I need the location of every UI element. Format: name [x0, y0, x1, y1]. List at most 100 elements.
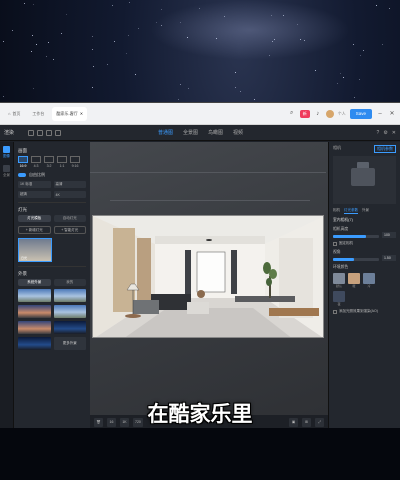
ao-check[interactable]: 添加光照效果到渲染(AO) — [333, 309, 396, 314]
resolution-option[interactable]: 超清 — [18, 191, 51, 198]
bell-icon[interactable]: ♪ — [314, 110, 322, 118]
user-label[interactable]: 个人 — [338, 111, 346, 117]
tab-auto-light[interactable]: 自动灯光 — [53, 215, 86, 222]
ratio-option[interactable]: 9:16 — [70, 156, 80, 168]
render-preview[interactable] — [92, 215, 324, 338]
sky-thumbnail[interactable] — [18, 305, 51, 318]
star — [107, 63, 109, 65]
resolution-option[interactable]: 高清 — [53, 181, 86, 188]
more-sky-button[interactable]: 更多外景 — [53, 337, 86, 350]
sky-thumbnail[interactable] — [18, 289, 51, 302]
redo-icon[interactable] — [37, 129, 43, 136]
close-icon[interactable]: ✕ — [392, 130, 396, 136]
star — [358, 79, 360, 81]
light-thumbnail[interactable]: 日光 — [18, 238, 52, 262]
add-light-button[interactable]: + 新增灯光 — [18, 226, 51, 234]
sky-thumbnail[interactable] — [18, 321, 51, 334]
camera-preview[interactable] — [333, 156, 396, 204]
browser-tab[interactable]: ⌂ 首页 — [4, 107, 24, 121]
night-sky-glow — [150, 0, 350, 60]
sky-thumbnail[interactable] — [53, 289, 86, 302]
panorama-icon — [3, 165, 10, 172]
close-icon[interactable]: ✕ — [80, 111, 83, 116]
color-swatch[interactable] — [363, 273, 375, 284]
living-room-render — [93, 216, 323, 337]
resolution-row: 超清 4K — [18, 191, 86, 198]
tab-normal[interactable]: 普通图 — [158, 129, 173, 136]
smart-light-button[interactable]: + 智能灯光 — [53, 226, 86, 234]
star — [11, 30, 13, 32]
subtab-light-params[interactable]: 灯光参数 — [344, 208, 358, 214]
pan-icon[interactable] — [46, 129, 52, 136]
checkbox[interactable] — [333, 241, 337, 246]
sky-thumbnail[interactable] — [53, 305, 86, 318]
toolbar-right: ? ⚙ ✕ — [377, 130, 396, 136]
star — [343, 76, 345, 78]
save-button[interactable]: Save — [349, 108, 372, 119]
search-icon[interactable]: ⌕ — [288, 110, 296, 118]
rail-item-image[interactable]: 图像 — [3, 146, 10, 159]
camera-height-value[interactable]: 100 — [382, 232, 396, 238]
swatch-item[interactable]: 暖 — [348, 273, 360, 288]
tab-system-sky[interactable]: 系统外景 — [18, 279, 51, 286]
tab-aerial[interactable]: 鸟瞰图 — [208, 129, 223, 136]
color-swatch[interactable] — [348, 273, 360, 284]
avatar[interactable] — [325, 109, 334, 118]
new-badge[interactable]: 新 — [299, 109, 310, 118]
star — [33, 88, 35, 90]
free-ratio-toggle[interactable]: 自由比例 — [18, 172, 86, 178]
subtab-camera[interactable]: 相机 — [333, 208, 340, 214]
star — [138, 27, 139, 29]
star — [129, 2, 131, 4]
close-window-icon[interactable]: ✕ — [388, 110, 396, 118]
sky-thumbnail[interactable] — [53, 321, 86, 334]
color-swatch[interactable] — [333, 273, 345, 284]
star — [239, 90, 241, 92]
screen-capture: ⌂ 首页 工作台 酷家乐-客厅 ✕ ⌕ 新 ♪ 个人 Save – ✕ 渲染 普通图 — [0, 0, 400, 480]
light-actions: + 新增灯光 + 智能灯光 — [18, 226, 86, 234]
toggle-switch[interactable] — [18, 173, 26, 177]
tab-my-sky[interactable]: 我的 — [53, 279, 86, 286]
section-title: 室内相机(7) — [333, 218, 353, 222]
undo-icon[interactable] — [28, 129, 34, 136]
resolution-option[interactable]: 1K 标准 — [18, 181, 51, 188]
star — [382, 44, 384, 46]
zoom-icon[interactable] — [55, 129, 61, 136]
checkbox[interactable] — [333, 309, 337, 314]
render-toolbar: 渲染 普通图 全景图 鸟瞰图 视频 ? ⚙ ✕ — [0, 125, 400, 141]
fixed-camera-check[interactable]: 固定相机 — [333, 241, 396, 246]
viewport[interactable]: 🗑 16 1K 720 ▣ ⊞ ⤢ — [90, 142, 328, 428]
star — [188, 88, 190, 90]
subtab-exterior[interactable]: 外景 — [362, 208, 369, 214]
help-icon[interactable]: ? — [377, 130, 380, 136]
fov-slider[interactable] — [333, 257, 379, 261]
swatch-item[interactable]: 默认 — [333, 273, 345, 288]
sky-thumbnail[interactable] — [18, 337, 51, 350]
tab-light-template[interactable]: 灯光模板 — [18, 215, 51, 222]
tab-camera-params[interactable]: 相机参数 — [374, 145, 396, 153]
resolution-option[interactable]: 4K — [53, 191, 86, 198]
video-bottom-area — [0, 428, 400, 480]
star — [375, 5, 377, 6]
camera-height-slider[interactable] — [333, 234, 379, 238]
rail-item-panorama[interactable]: 全景 — [3, 165, 10, 178]
ratio-option[interactable]: 3:2 — [44, 156, 54, 168]
minimize-icon[interactable]: – — [376, 110, 384, 118]
settings-icon[interactable]: ⚙ — [383, 130, 387, 136]
swatch-item[interactable]: 夜 — [333, 291, 345, 306]
star — [113, 41, 115, 43]
ratio-option[interactable]: 1:1 — [57, 156, 67, 168]
fov-value[interactable]: 1.50 — [382, 255, 396, 261]
browser-tab[interactable]: 工作台 — [28, 107, 48, 121]
tab-panorama[interactable]: 全景图 — [183, 129, 198, 136]
ratio-option[interactable]: 16:9 — [18, 156, 28, 168]
color-swatch[interactable] — [333, 291, 345, 302]
swatch-item[interactable]: 冷 — [363, 273, 375, 288]
star — [234, 87, 236, 89]
star — [32, 3, 34, 5]
tab-camera[interactable]: 相机 — [333, 145, 341, 153]
ratio-option[interactable]: 4:3 — [31, 156, 41, 168]
tab-video[interactable]: 视频 — [233, 129, 243, 136]
browser-tab-active[interactable]: 酷家乐-客厅 ✕ — [52, 106, 88, 121]
sky-tabs: 系统外景 我的 — [18, 279, 86, 286]
